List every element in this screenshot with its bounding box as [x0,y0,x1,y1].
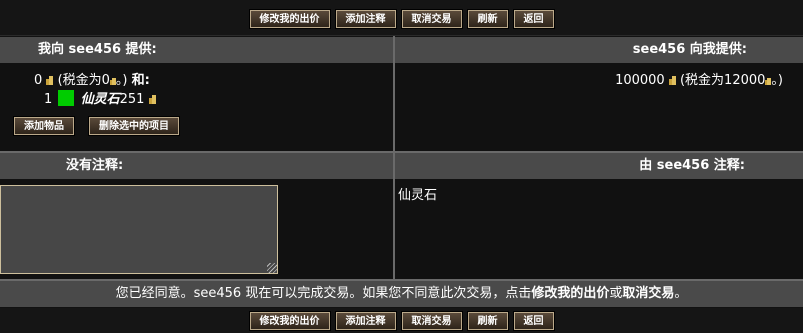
note-textarea[interactable] [0,185,278,274]
refresh-button[interactable]: 刷新 [466,8,509,29]
footer-text-1: 您已经同意。see456 现在可以完成交易。如果您不同意此次交易，点击 [115,286,532,301]
my-offer-gold-line: 0 (税金为0 。) 和: [34,69,150,88]
add-note-button[interactable]: 添加注释 [334,8,397,29]
their-tax-suffix: 。) [771,73,783,88]
my-note-header: 没有注释: [0,153,393,179]
gold-coin-icon [148,95,156,104]
their-tax-prefix: (税金为12000 [679,73,766,88]
modify-offer-button[interactable]: 修改我的出价 [248,8,331,29]
add-item-button[interactable]: 添加物品 [13,116,75,136]
item-quantity: 1 [44,92,53,107]
item-name[interactable]: 仙灵石 [81,92,120,107]
status-footer: 您已经同意。see456 现在可以完成交易。如果您不同意此次交易，点击修改我的出… [0,281,803,307]
their-offer-gold-line: 100000 (税金为12000 。) [615,69,783,88]
cancel-trade-button[interactable]: 取消交易 [400,310,463,331]
their-gold-amount: 100000 [615,73,665,88]
modify-offer-button[interactable]: 修改我的出价 [248,310,331,331]
footer-text-2: 或 [609,286,623,301]
add-note-button[interactable]: 添加注释 [334,310,397,331]
footer-link-modify-offer[interactable]: 修改我的出价 [531,286,609,301]
my-note-header-label: 没有注释: [66,158,124,173]
my-tax-suffix: 。) [115,73,128,88]
cancel-trade-button[interactable]: 取消交易 [400,8,463,29]
my-offer-header-label: 我向 see456 提供: [38,42,157,57]
gold-coin-icon [765,78,772,85]
resize-grip-icon[interactable] [267,263,277,273]
footer-text-3: 。 [674,286,688,301]
their-offer-header: see456 向我提供: [395,37,803,63]
item-green-square-icon[interactable] [58,90,75,106]
my-gold-amount: 0 [34,73,43,88]
gold-coin-icon [109,78,116,85]
top-toolbar: 修改我的出价 添加注释 取消交易 刷新 返回 [0,0,803,36]
my-offer-header: 我向 see456 提供: [0,37,393,63]
gold-coin-icon [46,76,54,85]
their-note-header: 由 see456 注释: [395,153,803,179]
refresh-button[interactable]: 刷新 [466,310,509,331]
gold-coin-icon [668,76,676,85]
their-note-header-label: 由 see456 注释: [639,158,745,173]
and-label: 和: [131,73,150,88]
their-note-text: 仙灵石 [398,188,438,203]
offered-item-row[interactable]: 1 仙灵石251 [44,88,156,107]
remove-selected-button[interactable]: 删除选中的项目 [88,116,180,136]
item-price: 251 [119,92,145,107]
footer-link-cancel-trade[interactable]: 取消交易 [622,286,674,301]
bottom-toolbar: 修改我的出价 添加注释 取消交易 刷新 返回 [0,308,803,333]
back-button[interactable]: 返回 [512,8,555,29]
their-offer-header-label: see456 向我提供: [632,42,747,57]
back-button[interactable]: 返回 [512,310,555,331]
my-tax-prefix: (税金为0 [57,73,110,88]
